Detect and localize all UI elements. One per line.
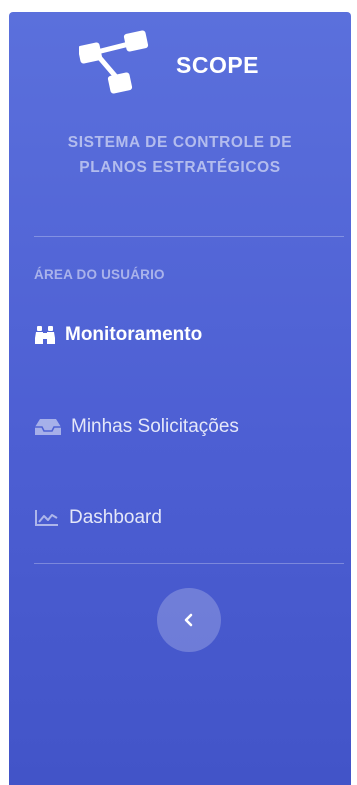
sitemap-icon: [79, 30, 149, 94]
sidebar-subtitle: SISTEMA DE CONTROLE DE PLANOS ESTRATÉGIC…: [9, 130, 351, 180]
sidebar-brand[interactable]: SCOPE: [9, 30, 351, 100]
nav-item-minhas-solicitacoes[interactable]: Minhas Solicitações: [34, 412, 239, 442]
inbox-icon: [34, 418, 62, 436]
subtitle-line-1: SISTEMA DE CONTROLE DE: [67, 134, 293, 151]
nav-item-dashboard[interactable]: Dashboard: [34, 503, 162, 533]
area-chart-icon: [34, 509, 60, 527]
section-heading: ÁREA DO USUÁRIO: [34, 267, 165, 282]
nav-label-monitoramento: Monitoramento: [65, 324, 203, 345]
sidebar-divider: [34, 563, 344, 564]
subtitle-line-2: PLANOS ESTRATÉGICOS: [79, 159, 281, 176]
nav-label-minhas-solicitacoes: Minhas Solicitações: [71, 416, 239, 437]
brand-name: SCOPE: [176, 52, 260, 78]
nav-item-monitoramento[interactable]: Monitoramento: [34, 320, 202, 350]
nav-label-dashboard: Dashboard: [69, 507, 162, 528]
sidebar-divider: [34, 236, 344, 237]
binoculars-icon: [34, 325, 56, 345]
sidebar: SCOPE SISTEMA DE CONTROLE DE PLANOS ESTR…: [9, 12, 351, 785]
sidebar-toggle-button[interactable]: [157, 588, 221, 652]
chevron-left-icon: [184, 613, 193, 627]
